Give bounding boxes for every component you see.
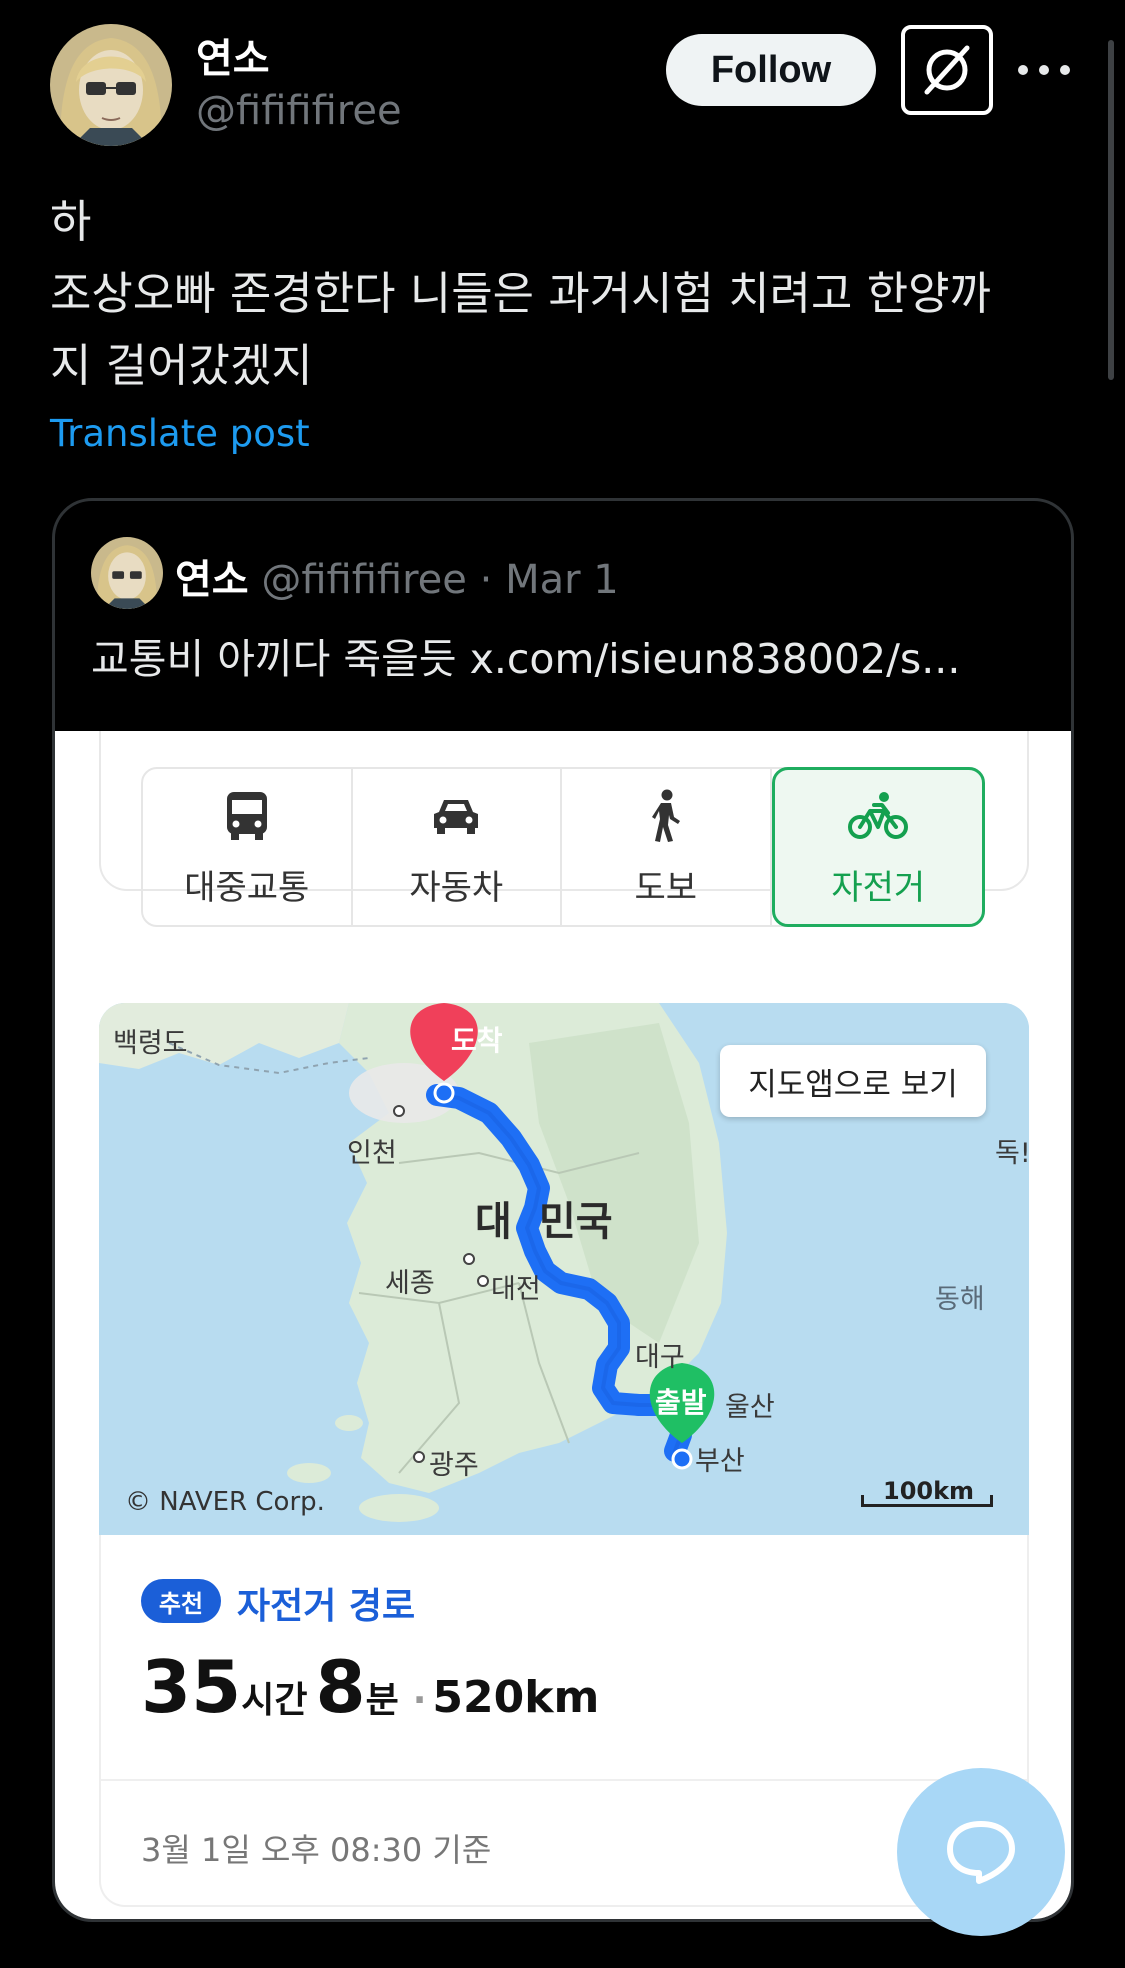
quoted-post-text: 교통비 아끼다 죽을듯 x.com/isieun838002/s... <box>91 635 961 683</box>
bus-icon <box>226 791 267 840</box>
duration-separator: · <box>412 1680 427 1721</box>
map-copyright: © NAVER Corp. <box>125 1487 325 1517</box>
origin-marker-label: 출발 <box>655 1386 707 1419</box>
duration-hours: 35 <box>141 1645 242 1729</box>
route-distance: 520km <box>432 1672 600 1723</box>
route-summary: 추천 자전거 경로 35시간 8분 · 520km 3월 1일 오후 08:30 기준 <box>99 1535 1029 1907</box>
author-handle[interactable]: @fifififiree <box>196 88 402 134</box>
more-options-button[interactable] <box>1018 50 1070 90</box>
recommended-badge: 추천 <box>141 1579 221 1623</box>
attached-image[interactable]: 대중교통 자동차 도보 자전거 도착 출발 백령도 인천 대 민국 세종 대전 … <box>55 731 1071 1919</box>
reply-fab-button[interactable] <box>897 1768 1065 1936</box>
bicycle-icon <box>848 791 909 839</box>
tab-label: 도보 <box>634 867 698 908</box>
meta-separator: · <box>479 557 493 603</box>
post-line: 조상오빠 존경한다 니들은 과거시험 치려고 한양까 <box>50 267 991 320</box>
tab-transit: 대중교통 <box>143 769 353 925</box>
map-label-busan: 부산 <box>695 1446 745 1477</box>
quoted-author-avatar[interactable] <box>91 537 163 609</box>
walk-icon <box>651 789 680 842</box>
map-label-gwangju: 광주 <box>429 1450 479 1481</box>
post-line: 하 <box>50 195 92 248</box>
translate-post-link[interactable]: Translate post <box>50 412 310 455</box>
author-avatar[interactable] <box>50 24 172 146</box>
open-in-map-app-button: 지도앱으로 보기 <box>720 1045 986 1117</box>
map-label-sejong: 세종 <box>385 1268 435 1299</box>
scrollbar[interactable] <box>1108 40 1114 380</box>
map-label-korea: 대 <box>475 1199 512 1245</box>
follow-button[interactable]: Follow <box>666 34 876 106</box>
post-text: 하 조상오빠 존경한다 니들은 과거시험 치려고 한양까 지 걸어갔겠지 <box>50 186 1060 402</box>
quoted-handle: @fifififiree <box>261 557 467 603</box>
reply-bubble-icon <box>947 1821 1015 1884</box>
map-label-daejeon: 대전 <box>491 1274 541 1305</box>
destination-marker-label: 도착 <box>451 1024 503 1057</box>
post-line: 지 걸어갔겠지 <box>50 339 313 392</box>
quoted-post[interactable]: 연소 @fifififiree · Mar 1 교통비 아끼다 죽을듯 x.co… <box>52 498 1074 1922</box>
route-duration: 35시간 8분 · 520km <box>141 1645 599 1729</box>
tab-label: 대중교통 <box>184 867 310 908</box>
route-title: 자전거 경로 <box>237 1586 416 1627</box>
quoted-date: Mar 1 <box>505 557 619 603</box>
map-label-baengnyeong: 백령도 <box>113 1028 188 1059</box>
tab-bicycle: 자전거 <box>771 767 985 927</box>
car-icon <box>434 799 479 834</box>
quoted-display-name: 연소 <box>175 557 249 603</box>
map-label-korea-2: 민국 <box>539 1199 613 1245</box>
map-scale: 100km <box>861 1477 993 1507</box>
quoted-post-meta: 연소 @fifififiree · Mar 1 <box>175 547 619 605</box>
tab-label: 자전거 <box>831 867 926 908</box>
map-label-ulsan: 울산 <box>725 1392 775 1423</box>
divider <box>101 1779 1027 1781</box>
map-label-incheon: 인천 <box>347 1138 397 1169</box>
tab-walk: 도보 <box>562 769 772 925</box>
hours-unit: 시간 <box>241 1680 308 1721</box>
tab-car: 자동차 <box>353 769 562 925</box>
grok-button[interactable] <box>901 25 993 115</box>
route-time-basis: 3월 1일 오후 08:30 기준 <box>141 1831 492 1869</box>
more-dots-icon <box>1018 65 1028 75</box>
map-label-east-sea: 동해 <box>935 1284 985 1315</box>
map-label-dokdo: 독! <box>995 1138 1029 1169</box>
tab-label: 자동차 <box>409 867 504 908</box>
author-display-name[interactable]: 연소 <box>196 26 270 84</box>
duration-minutes: 8 <box>315 1645 366 1729</box>
transport-mode-tabs: 대중교통 자동차 도보 자전거 <box>141 767 985 927</box>
minutes-unit: 분 <box>365 1680 399 1721</box>
grok-icon <box>924 45 970 95</box>
map-label-daegu: 대구 <box>635 1342 685 1373</box>
route-map: 도착 출발 백령도 인천 대 민국 세종 대전 대구 울산 부산 광주 동해 독… <box>99 1003 1029 1535</box>
